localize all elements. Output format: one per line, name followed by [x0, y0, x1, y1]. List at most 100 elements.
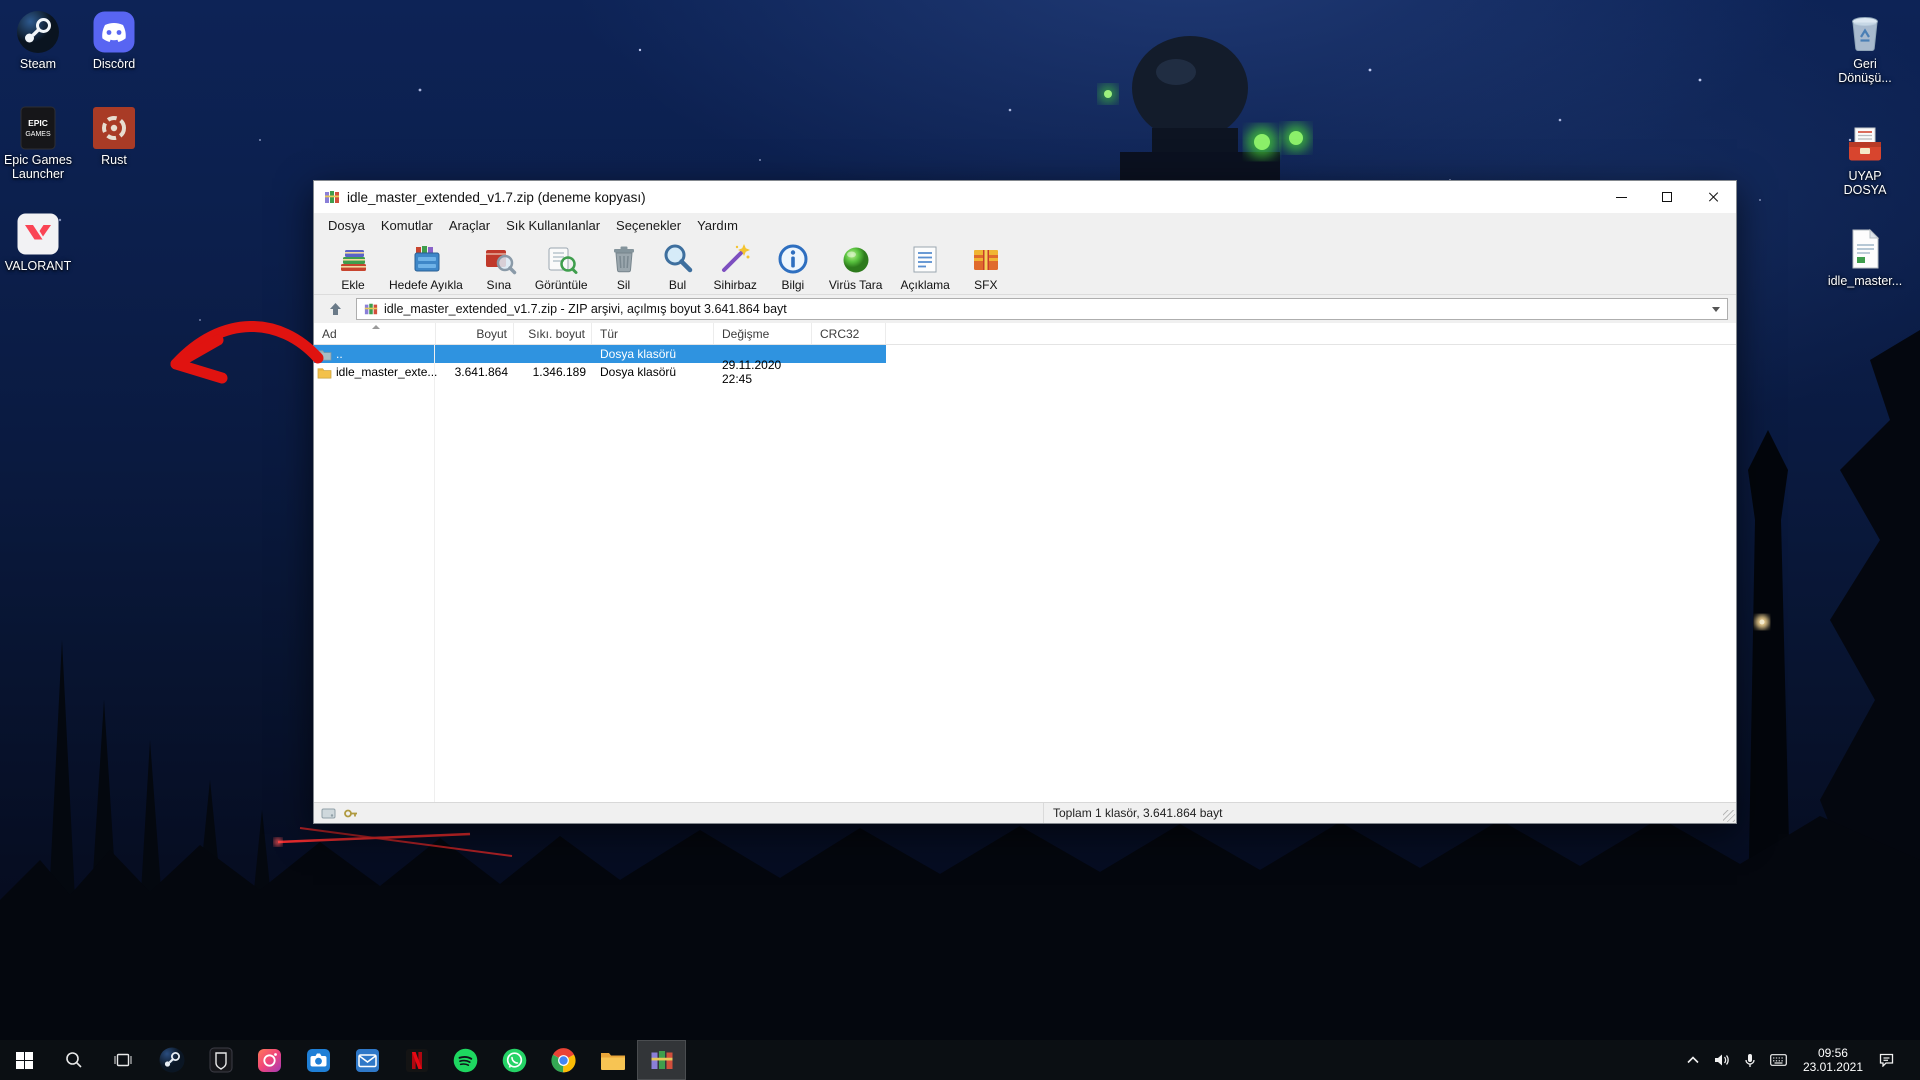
uyap-box-icon: [1849, 127, 1881, 161]
column-header-type[interactable]: Tür: [592, 323, 714, 344]
toolbar-find-button[interactable]: Bul: [651, 239, 705, 294]
close-button[interactable]: [1690, 181, 1736, 213]
netflix-icon: [405, 1048, 428, 1072]
taskbar: 09:56 23.01.2021: [0, 1040, 1920, 1080]
wizard-icon: [722, 244, 751, 272]
sfx-icon: [973, 250, 998, 270]
action-center-button[interactable]: [1877, 1051, 1896, 1069]
taskbar-epic-button[interactable]: [196, 1040, 245, 1080]
valorant-icon: [17, 213, 59, 255]
desktop-icon-steam[interactable]: Steam: [0, 10, 76, 71]
camera-icon: [307, 1048, 330, 1072]
column-header-modified[interactable]: Değişme: [714, 323, 812, 344]
start-button[interactable]: [0, 1040, 49, 1080]
toolbar-extract-button[interactable]: Hedefe Ayıkla: [380, 239, 472, 294]
recycle-bin-icon: [1852, 17, 1878, 51]
taskbar-camera-button[interactable]: [294, 1040, 343, 1080]
toolbar-comment-button[interactable]: Açıklama: [891, 239, 958, 294]
desktop-icon-recycle-bin[interactable]: Geri Dönüşü...: [1827, 10, 1903, 85]
maximize-icon: [1662, 192, 1672, 202]
drive-icon[interactable]: [321, 807, 336, 820]
taskbar-netflix-button[interactable]: [392, 1040, 441, 1080]
file-row-folder[interactable]: idle_master_exte... 3.641.864 1.346.189 …: [314, 358, 886, 386]
titlebar[interactable]: idle_master_extended_v1.7.zip (deneme ko…: [314, 181, 1736, 213]
toolbar-info-button[interactable]: Bilgi: [766, 239, 820, 294]
rust-icon: [93, 107, 135, 149]
svg-text:GAMES: GAMES: [25, 131, 51, 138]
status-bar: Toplam 1 klasör, 3.641.864 bayt: [314, 802, 1736, 823]
winrar-app-icon: [325, 191, 339, 203]
discord-icon: [93, 11, 135, 53]
toolbar-virus-scan-button[interactable]: Virüs Tara: [820, 239, 892, 294]
desktop-icon-valorant[interactable]: VALORANT: [0, 212, 76, 273]
desktop-icon-label: idle_master...: [1827, 274, 1903, 288]
menu-item-dosya[interactable]: Dosya: [320, 216, 373, 235]
minimize-button[interactable]: [1598, 181, 1644, 213]
mail-icon: [356, 1048, 379, 1072]
menu-item-araclar[interactable]: Araçlar: [441, 216, 498, 235]
taskbar-file-explorer-button[interactable]: [588, 1040, 637, 1080]
taskbar-chrome-button[interactable]: [539, 1040, 588, 1080]
desktop-icon-uyap-dosya[interactable]: UYAP DOSYA: [1827, 122, 1903, 197]
toolbar-wizard-button[interactable]: Sihirbaz: [705, 239, 766, 294]
desktop-icon-label: UYAP DOSYA: [1843, 169, 1887, 197]
toolbar-add-button[interactable]: Ekle: [326, 239, 380, 294]
taskbar-whatsapp-button[interactable]: [490, 1040, 539, 1080]
status-total: Toplam 1 klasör, 3.641.864 bayt: [1053, 806, 1223, 820]
delete-icon: [613, 246, 634, 273]
desktop-icon-discord[interactable]: Discord: [76, 10, 152, 71]
keyboard-icon: [1770, 1054, 1787, 1066]
resize-grip[interactable]: [1723, 810, 1735, 822]
column-divider: [434, 345, 435, 802]
toolbar-test-button[interactable]: Sına: [472, 239, 526, 294]
task-view-button[interactable]: [98, 1040, 147, 1080]
menu-item-komutlar[interactable]: Komutlar: [373, 216, 441, 235]
close-icon: [1707, 191, 1719, 203]
epic-games-icon: [209, 1047, 232, 1073]
volume-button[interactable]: [1712, 1051, 1732, 1069]
window-title: idle_master_extended_v1.7.zip (deneme ko…: [347, 189, 646, 205]
taskbar-pink-app-button[interactable]: [245, 1040, 294, 1080]
tray-expand-button[interactable]: [1685, 1054, 1701, 1066]
desktop-icon-rust[interactable]: Rust: [76, 106, 152, 167]
toolbar-view-button[interactable]: Görüntüle: [526, 239, 597, 294]
chrome-icon: [551, 1047, 576, 1072]
status-left: [314, 803, 1044, 823]
taskbar-spotify-button[interactable]: [441, 1040, 490, 1080]
desktop-icon-idle-master[interactable]: idle_master...: [1827, 227, 1903, 288]
maximize-button[interactable]: [1644, 181, 1690, 213]
toolbar-delete-button[interactable]: Sil: [597, 239, 651, 294]
desktop-icon-label: Steam: [19, 57, 57, 71]
info-icon: [778, 244, 808, 274]
desktop-icon-label: Discord: [92, 57, 136, 71]
task-view-icon: [113, 1053, 132, 1067]
microphone-button[interactable]: [1743, 1051, 1757, 1070]
menu-item-sik-kullanilanlar[interactable]: Sık Kullanılanlar: [498, 216, 608, 235]
touch-keyboard-button[interactable]: [1768, 1052, 1789, 1068]
toolbar: Ekle Hedefe Ayıkla Sına Görüntüle Sil Bu…: [314, 237, 1736, 295]
taskbar-mail-button[interactable]: [343, 1040, 392, 1080]
menu-item-secenekler[interactable]: Seçenekler: [608, 216, 689, 235]
virus-scan-icon: [843, 247, 869, 273]
taskbar-steam-button[interactable]: [147, 1040, 196, 1080]
desktop-icon-epic-games[interactable]: EPIC GAMES Epic Games Launcher: [0, 106, 76, 181]
menu-item-yardim[interactable]: Yardım: [689, 216, 746, 235]
taskbar-winrar-button[interactable]: [637, 1040, 686, 1080]
address-bar[interactable]: idle_master_extended_v1.7.zip - ZIP arşi…: [356, 298, 1728, 320]
key-icon[interactable]: [343, 807, 358, 820]
steam-icon: [17, 11, 59, 53]
column-header-crc32[interactable]: CRC32: [812, 323, 886, 344]
toolbar-sfx-button[interactable]: SFX: [959, 239, 1013, 294]
whatsapp-icon: [502, 1048, 527, 1072]
desktop-icon-label: Rust: [101, 153, 127, 167]
svg-text:EPIC: EPIC: [28, 118, 48, 128]
desktop-icon-label: VALORANT: [4, 259, 72, 273]
column-header-packed[interactable]: Sıkı. boyut: [514, 323, 592, 344]
address-dropdown-icon[interactable]: [1712, 306, 1720, 312]
column-headers: Ad Boyut Sıkı. boyut Tür Değişme CRC32: [314, 323, 1736, 345]
system-tray: 09:56 23.01.2021: [1677, 1040, 1920, 1080]
column-header-size[interactable]: Boyut: [436, 323, 514, 344]
taskbar-clock[interactable]: 09:56 23.01.2021: [1803, 1046, 1863, 1074]
sort-ascending-icon: [372, 325, 380, 329]
taskbar-search-button[interactable]: [49, 1040, 98, 1080]
